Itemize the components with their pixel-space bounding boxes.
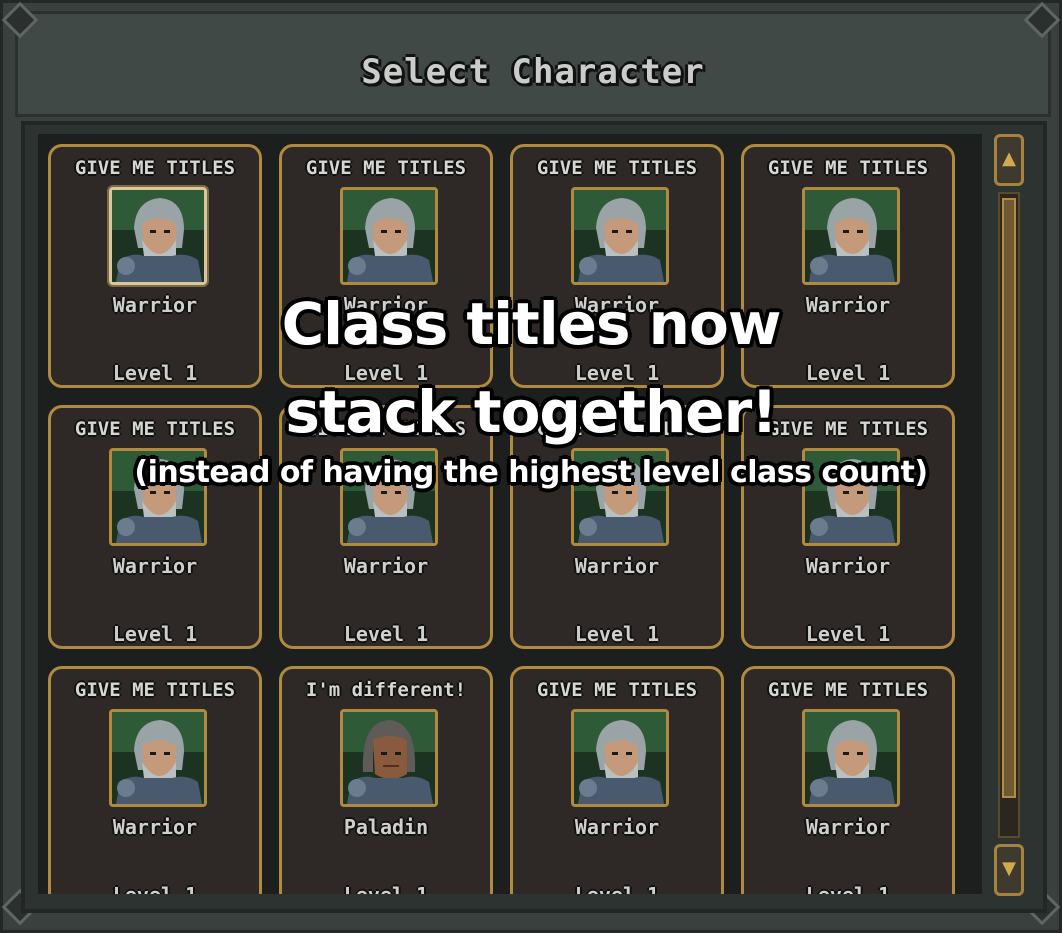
warrior-portrait-icon xyxy=(109,709,207,807)
character-class: Warrior xyxy=(112,815,198,839)
character-level: Level 1 xyxy=(112,622,198,646)
character-level: Level 1 xyxy=(282,883,490,894)
warrior-portrait-icon xyxy=(802,709,900,807)
character-class: Warrior xyxy=(574,815,660,839)
character-title: GIVE ME TITLES xyxy=(305,157,467,179)
character-level: Level 1 xyxy=(51,883,259,894)
title-bar: Select Character xyxy=(15,11,1051,117)
warrior-portrait-icon xyxy=(571,187,669,285)
character-class: Warrior xyxy=(343,554,429,578)
announcement-heading-line-1: Class titles now xyxy=(281,290,782,358)
announcement-heading-line-2: stack together! xyxy=(285,378,777,446)
character-class: Warrior xyxy=(805,554,891,578)
scrollbar[interactable]: ▲ ▼ xyxy=(994,134,1024,898)
warrior-portrait-icon xyxy=(571,709,669,807)
announcement-subtitle: (instead of having the highest level cla… xyxy=(134,455,928,490)
chevron-up-icon: ▲ xyxy=(1002,148,1016,169)
character-class: Paladin xyxy=(343,815,429,839)
scroll-thumb[interactable] xyxy=(1002,198,1016,798)
character-card[interactable]: GIVE ME TITLES Warrior Level 1 xyxy=(741,666,955,894)
scroll-track[interactable] xyxy=(998,192,1020,838)
character-card[interactable]: I'm different! Paladin Level 1 xyxy=(279,666,493,894)
character-class: Warrior xyxy=(112,554,198,578)
warrior-portrait-icon xyxy=(340,187,438,285)
warrior-portrait-icon xyxy=(109,187,207,285)
character-level: Level 1 xyxy=(513,883,721,894)
scroll-up-button[interactable]: ▲ xyxy=(994,134,1024,186)
character-level: Level 1 xyxy=(343,622,429,646)
character-grid: GIVE ME TITLES Warrior Level 1 GIVE ME TITL… xyxy=(38,134,982,894)
warrior-portrait-icon xyxy=(802,187,900,285)
character-card[interactable]: GIVE ME TITLES Warrior Level 1 xyxy=(510,666,724,894)
character-card[interactable]: GIVE ME TITLES Warrior Level 1 xyxy=(48,666,262,894)
character-title: GIVE ME TITLES xyxy=(74,679,236,701)
character-level: Level 1 xyxy=(805,622,891,646)
character-class: Warrior xyxy=(805,815,891,839)
scroll-down-button[interactable]: ▼ xyxy=(994,844,1024,896)
character-title: GIVE ME TITLES xyxy=(767,679,929,701)
character-title: GIVE ME TITLES xyxy=(536,157,698,179)
character-level: Level 1 xyxy=(574,622,660,646)
character-class: Warrior xyxy=(574,554,660,578)
character-level: Level 1 xyxy=(744,883,952,894)
character-title: I'm different! xyxy=(305,679,467,701)
window-title: Select Character xyxy=(361,52,705,92)
character-title: GIVE ME TITLES xyxy=(767,157,929,179)
chevron-down-icon: ▼ xyxy=(1002,858,1016,879)
character-title: GIVE ME TITLES xyxy=(536,679,698,701)
paladin-portrait-icon xyxy=(340,709,438,807)
character-title: GIVE ME TITLES xyxy=(74,157,236,179)
